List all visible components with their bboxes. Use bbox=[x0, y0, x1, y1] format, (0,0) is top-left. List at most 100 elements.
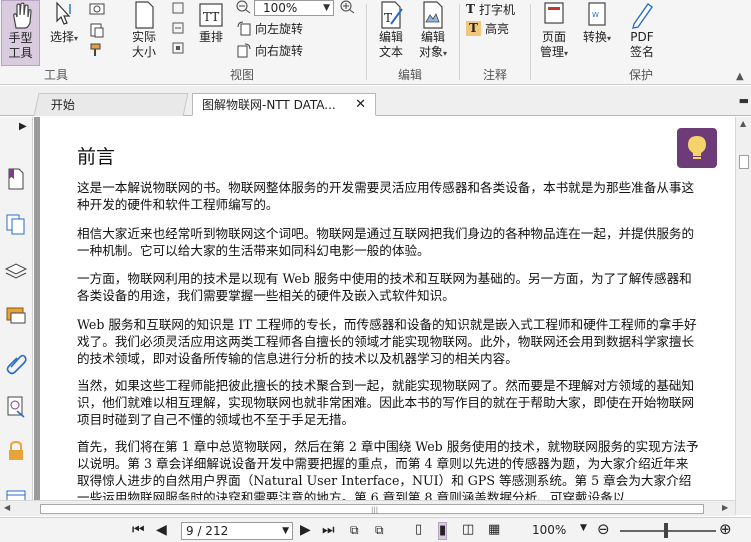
edit-object-label: 编辑 对象▾ bbox=[418, 30, 448, 59]
chevron-down-icon[interactable]: ▼ bbox=[282, 523, 289, 539]
convert-label: 转换▾ bbox=[582, 30, 612, 44]
page-manage-icon bbox=[544, 2, 564, 24]
pdf-sign-label: PDF 签名 bbox=[629, 30, 654, 59]
select-button[interactable]: 选择▾ bbox=[47, 0, 81, 66]
zoom-level-label[interactable]: 100% bbox=[532, 523, 566, 537]
rotate-right-icon bbox=[237, 43, 251, 58]
clipboard-icon[interactable] bbox=[89, 22, 105, 38]
hand-tool-button[interactable]: 手型 工具 bbox=[1, 0, 40, 66]
pdf-sign-button[interactable]: PDF 签名 bbox=[622, 0, 662, 66]
close-icon[interactable]: ✕ bbox=[355, 94, 366, 116]
lock-icon[interactable] bbox=[4, 439, 28, 463]
rotate-left-label: 向左旋转 bbox=[255, 21, 304, 36]
fit-width-icon[interactable] bbox=[172, 22, 184, 34]
vertical-scroll-thumb[interactable] bbox=[739, 155, 749, 169]
typewriter-button[interactable]: T 打字机 bbox=[466, 0, 515, 18]
zoom-in-icon[interactable] bbox=[340, 0, 356, 14]
actual-size-icon bbox=[135, 1, 154, 29]
zoom-in-button[interactable]: ⊕ bbox=[719, 521, 732, 537]
tips-button[interactable] bbox=[677, 128, 717, 168]
paragraph: 当然，如果这些工程师能把彼此擅长的技术聚合到一起，就能实现物联网了。然而要是不理… bbox=[77, 378, 695, 427]
cursor-icon bbox=[56, 1, 71, 25]
highlight-button[interactable]: T 高亮 bbox=[466, 19, 509, 37]
zoom-out-button[interactable]: ⊖ bbox=[597, 521, 610, 537]
tab-bar: 开始 图解物联网-NTT DATA... ✕ bbox=[0, 86, 751, 116]
rotate-right-button[interactable]: 向右旋转 bbox=[236, 41, 303, 59]
camera-icon[interactable] bbox=[89, 1, 105, 15]
paragraph: Web 服务和互联网的知识是 IT 工程师的专长，而传感器和设备的知识就是嵌入式… bbox=[77, 317, 697, 366]
reflow-button[interactable]: TT 重排 bbox=[196, 0, 226, 66]
next-view-icon[interactable]: ⧉ bbox=[375, 522, 384, 538]
page-manage-button[interactable]: 页面 管理▾ bbox=[535, 0, 573, 66]
zoom-combobox[interactable]: 100% ▼ bbox=[254, 0, 334, 16]
signature-panel-icon[interactable] bbox=[4, 395, 28, 419]
last-page-icon[interactable]: ⏭ bbox=[322, 522, 335, 538]
rotate-left-button[interactable]: 向左旋转 bbox=[236, 19, 303, 37]
page-title: 前言 bbox=[77, 146, 116, 168]
pages-icon[interactable] bbox=[4, 213, 28, 237]
svg-text:W: W bbox=[592, 11, 599, 19]
actual-size-button[interactable]: 实际 大小 bbox=[126, 0, 162, 66]
convert-button[interactable]: W 转换▾ bbox=[580, 0, 614, 66]
scroll-left-icon[interactable]: ◀ bbox=[4, 503, 10, 512]
chevron-down-icon[interactable]: ▼ bbox=[323, 1, 330, 15]
chevron-down-icon[interactable]: ▼ bbox=[580, 523, 587, 533]
horizontal-scroll-thumb[interactable]: ||| bbox=[40, 504, 704, 514]
side-panel: ▶ bbox=[0, 117, 33, 515]
reflow-label: 重排 bbox=[198, 30, 223, 44]
reflow-icon: TT bbox=[199, 3, 223, 27]
zoom-out-icon[interactable] bbox=[236, 0, 252, 14]
status-bar: ⏮ ◀ 9 / 212 ▼ ▶ ⏭ ⧉ ⧉ ▯ ▮ ◫ ▦ 100% ▼ ⊖ ⊕ bbox=[0, 517, 751, 542]
group-label-comment: 注释 bbox=[483, 68, 508, 82]
layers-icon[interactable] bbox=[4, 259, 28, 283]
paragraph: 首先，我们将在第 1 章中总览物联网，然后在第 2 章中围绕 Web 服务使用的… bbox=[77, 439, 699, 505]
group-separator bbox=[459, 4, 460, 80]
document-page[interactable]: 前言 这是一本解说物联网的书。物联网整体服务的开发需要灵活应用传感器和各类设备，… bbox=[40, 117, 735, 515]
expand-panel-icon[interactable]: ▶ bbox=[19, 121, 27, 132]
attachment-icon[interactable] bbox=[4, 351, 28, 375]
single-page-icon[interactable]: ▯ bbox=[415, 522, 422, 538]
zoom-slider-thumb[interactable] bbox=[664, 523, 668, 538]
group-label-edit: 编辑 bbox=[398, 68, 423, 82]
edit-object-button[interactable]: 编辑 对象▾ bbox=[413, 0, 453, 66]
horizontal-scrollbar[interactable]: ◀ ||| ▶ bbox=[0, 500, 735, 516]
edit-text-label: 编辑 文本 bbox=[378, 30, 403, 59]
format-painter-icon[interactable] bbox=[89, 42, 105, 58]
svg-text:TT: TT bbox=[203, 10, 219, 24]
typewriter-label: 打字机 bbox=[478, 2, 515, 17]
vertical-scrollbar[interactable]: ▲ bbox=[735, 117, 751, 515]
ribbon-toolbar: 手型 工具 选择▾ 实际 大小 TT 重排 100% ▼ 向左旋转 向右旋转 T… bbox=[0, 0, 751, 85]
tab-start-label: 开始 bbox=[50, 98, 75, 112]
next-page-icon[interactable]: ▶ bbox=[300, 522, 311, 538]
tab-document[interactable]: 图解物联网-NTT DATA... ✕ bbox=[192, 93, 376, 116]
continuous-facing-icon[interactable]: ▦ bbox=[488, 522, 500, 538]
collapse-ribbon-icon[interactable]: ▲ bbox=[736, 71, 744, 82]
paragraph: 一方面，物联网利用的技术是以现有 Web 服务中使用的技术和互联网为基础的。另一… bbox=[77, 271, 692, 303]
document-viewport[interactable]: 前言 这是一本解说物联网的书。物联网整体服务的开发需要灵活应用传感器和各类设备，… bbox=[34, 117, 735, 515]
highlight-icon: T bbox=[466, 20, 481, 36]
comments-icon[interactable] bbox=[4, 305, 28, 329]
fit-visible-icon[interactable] bbox=[172, 42, 184, 54]
group-label-protect: 保护 bbox=[629, 68, 654, 82]
page-number-value: 9 / 212 bbox=[186, 524, 229, 538]
group-label-view: 视图 bbox=[230, 68, 255, 82]
tab-start[interactable]: 开始 bbox=[33, 93, 189, 116]
prev-page-icon[interactable]: ◀ bbox=[156, 522, 167, 538]
group-separator bbox=[530, 4, 531, 80]
grip-icon: ||| bbox=[371, 506, 379, 514]
fit-page-icon[interactable] bbox=[172, 2, 184, 14]
page-number-field[interactable]: 9 / 212 ▼ bbox=[181, 522, 293, 540]
zoom-slider[interactable] bbox=[620, 530, 716, 532]
edit-text-button[interactable]: T 编辑 文本 bbox=[373, 0, 409, 66]
paragraph: 这是一本解说物联网的书。物联网整体服务的开发需要灵活应用传感器和各类设备，本书就… bbox=[77, 180, 695, 212]
tabs-menu-icon[interactable]: ▬ bbox=[739, 94, 749, 107]
first-page-icon[interactable]: ⏮ bbox=[132, 522, 145, 538]
facing-page-icon[interactable]: ◫ bbox=[462, 522, 474, 538]
edit-text-icon: T bbox=[381, 1, 403, 29]
bookmark-icon[interactable] bbox=[4, 167, 28, 191]
scroll-right-icon[interactable]: ▶ bbox=[722, 503, 728, 512]
continuous-page-icon[interactable]: ▮ bbox=[438, 522, 448, 540]
scroll-up-icon[interactable]: ▲ bbox=[740, 119, 746, 128]
rotate-right-label: 向右旋转 bbox=[255, 43, 304, 58]
previous-view-icon[interactable]: ⧉ bbox=[350, 522, 359, 538]
